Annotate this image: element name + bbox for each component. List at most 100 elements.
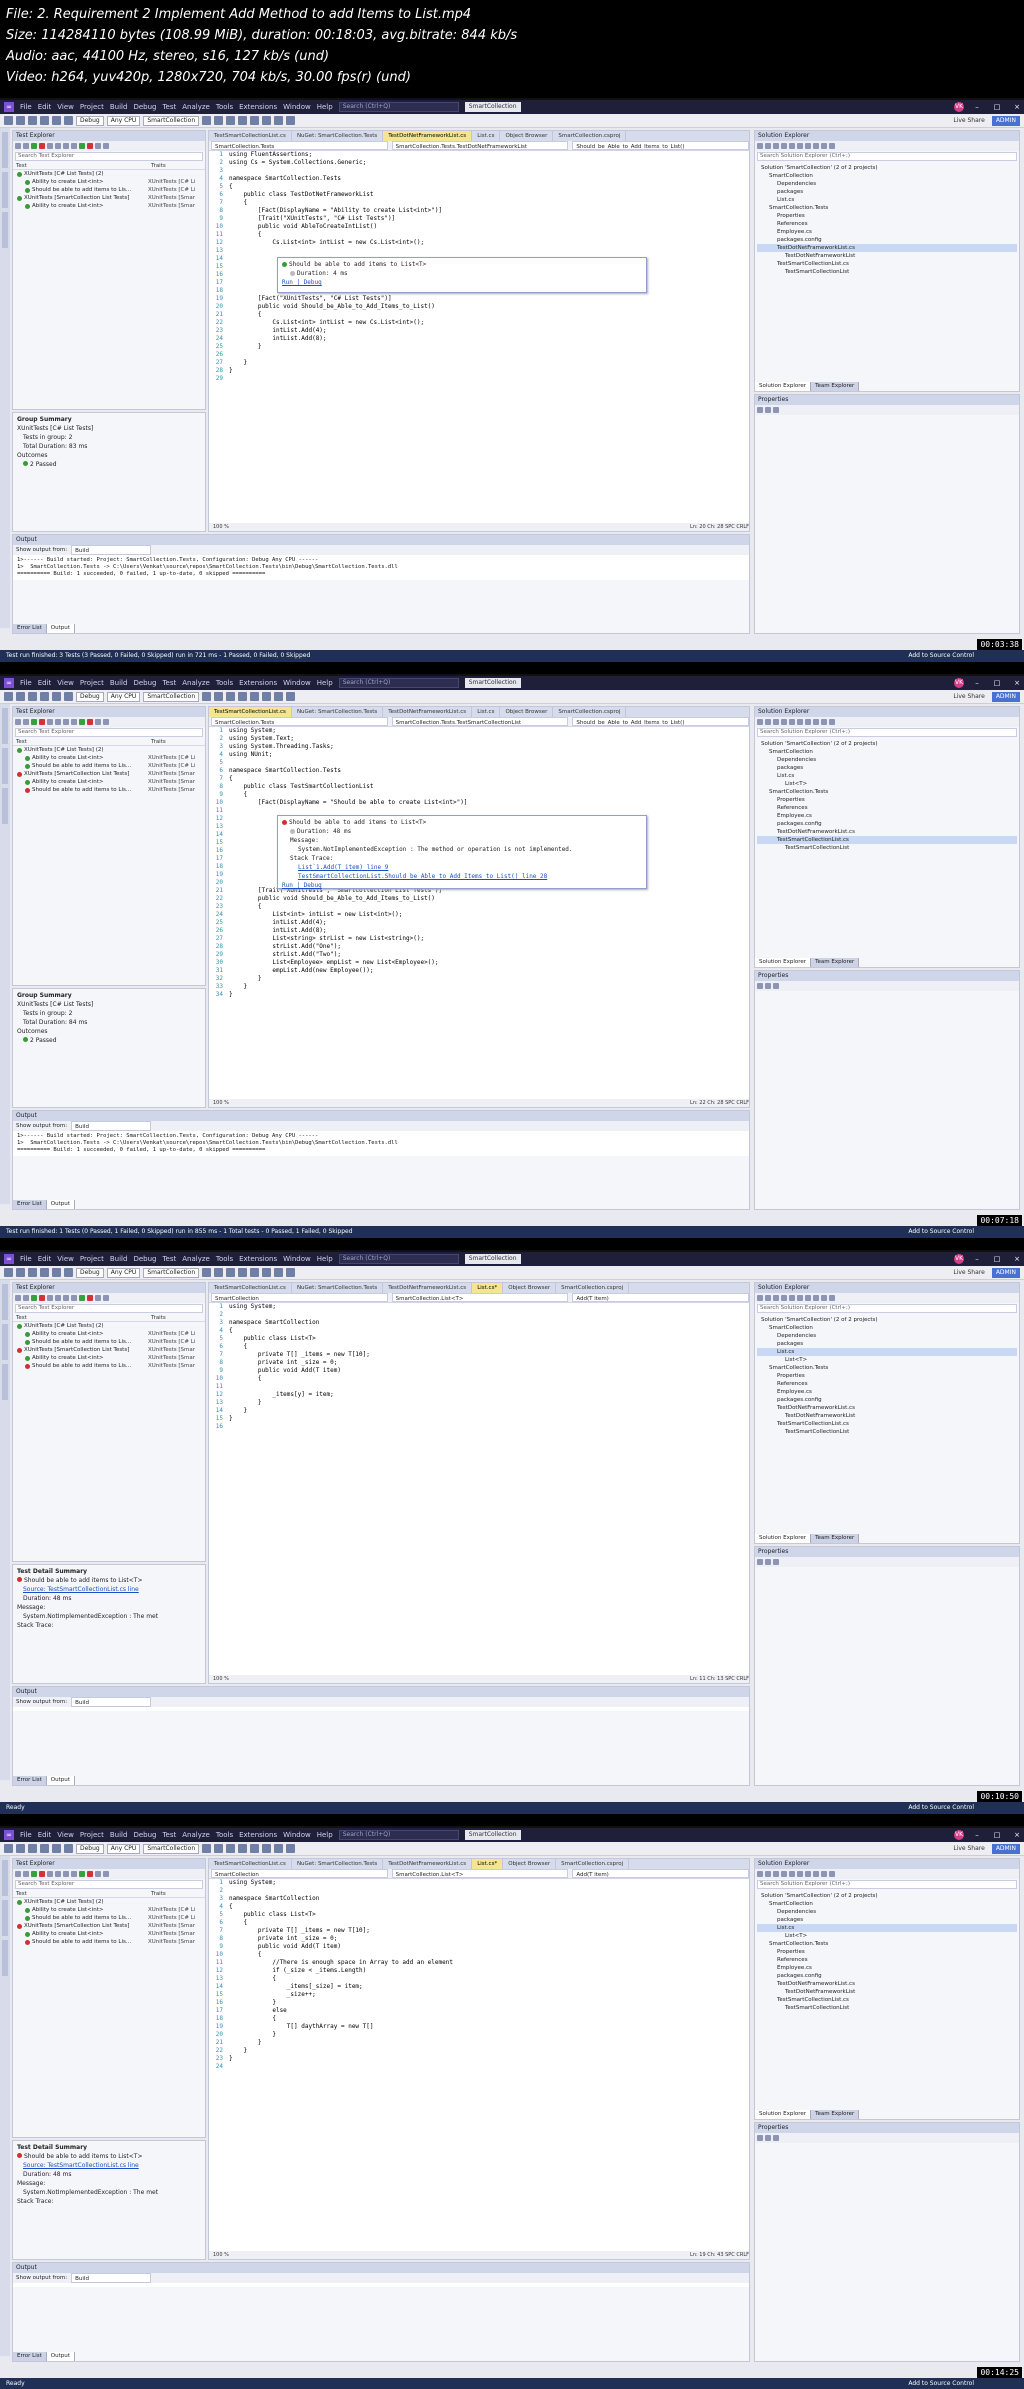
output-source-dropdown[interactable]: Build — [71, 2273, 152, 2283]
run-tests-icon[interactable] — [79, 1295, 85, 1301]
document-tab[interactable]: TestSmartCollectionList.cs — [209, 707, 292, 717]
toolbar-button-icon[interactable] — [214, 692, 224, 701]
live-share-button[interactable]: Live Share — [953, 693, 988, 700]
properties-tool-icon[interactable] — [757, 983, 763, 989]
menu-item-help[interactable]: Help — [317, 679, 333, 687]
nav-dropdown[interactable]: Add(T item) — [572, 1293, 749, 1302]
solution-search-input[interactable]: Search Solution Explorer (Ctrl+;) — [757, 152, 1017, 161]
document-tab[interactable]: TestSmartCollectionList.cs — [209, 131, 292, 141]
output-tab[interactable]: Output — [46, 624, 75, 633]
side-tab[interactable] — [2, 172, 8, 208]
menu-item-file[interactable]: File — [20, 679, 32, 687]
solution-tool-icon[interactable] — [773, 1295, 779, 1301]
error-list-tab[interactable]: Error List — [13, 2352, 47, 2361]
toolbar-button-icon[interactable] — [28, 1268, 37, 1277]
platform-dropdown[interactable]: Any CPU — [106, 115, 141, 126]
test-row[interactable]: XUnitTests [C# List Tests] (2) — [13, 1898, 205, 1906]
side-tab[interactable] — [2, 1860, 8, 1896]
solution-tool-icon[interactable] — [757, 1295, 763, 1301]
solution-tool-icon[interactable] — [765, 719, 771, 725]
menu-item-help[interactable]: Help — [317, 103, 333, 111]
close-icon[interactable]: × — [1010, 1831, 1024, 1839]
solution-tree-item[interactable]: TestDotNetFrameworkList.cs — [757, 244, 1017, 252]
menu-item-tools[interactable]: Tools — [216, 1831, 233, 1839]
test-row[interactable]: Ability to create List<int> XUnitTests [C… — [13, 1330, 205, 1338]
run-tests-icon[interactable] — [95, 1871, 101, 1877]
toolbar-button-icon[interactable] — [214, 1268, 224, 1277]
document-tab[interactable]: List.cs* — [472, 1283, 504, 1293]
test-row[interactable]: XUnitTests [SmartCollection List Tests] X… — [13, 770, 205, 778]
toolbar-button-icon[interactable] — [52, 116, 61, 125]
toolbar-button-icon[interactable] — [274, 1844, 284, 1853]
toolbar-button-icon[interactable] — [262, 1844, 272, 1853]
run-tests-icon[interactable] — [79, 719, 85, 725]
menu-item-tools[interactable]: Tools — [216, 103, 233, 111]
properties-tool-icon[interactable] — [765, 2135, 771, 2141]
toolbar-button-icon[interactable] — [64, 1268, 73, 1277]
menu-item-help[interactable]: Help — [317, 1831, 333, 1839]
toolbar-button-icon[interactable] — [250, 692, 260, 701]
avatar[interactable]: VK — [954, 1830, 964, 1840]
toolbar-button-icon[interactable] — [274, 116, 284, 125]
solution-tree-item[interactable]: List.cs — [757, 1348, 1017, 1356]
menu-item-file[interactable]: File — [20, 103, 32, 111]
run-tests-icon[interactable] — [31, 1295, 37, 1301]
test-search-input[interactable]: Search Test Explorer — [15, 1880, 203, 1889]
test-row[interactable]: Should be able to add items to Lis... XUn… — [13, 1914, 205, 1922]
solution-tree-item[interactable]: TestSmartCollectionList — [757, 268, 1017, 276]
solution-tree-item[interactable]: Dependencies — [757, 1908, 1017, 1916]
menu-item-extensions[interactable]: Extensions — [239, 1831, 277, 1839]
properties-tool-icon[interactable] — [757, 407, 763, 413]
solution-tree-item[interactable]: List<T> — [757, 1356, 1017, 1364]
test-row[interactable]: Ability to create List<int> XUnitTests [S… — [13, 1930, 205, 1938]
solution-tree-item[interactable]: Dependencies — [757, 756, 1017, 764]
solution-tree-item[interactable]: List.cs — [757, 196, 1017, 204]
solution-tool-icon[interactable] — [781, 1871, 787, 1877]
solution-tree-item[interactable]: Solution 'SmartCollection' (2 of 2 proje… — [757, 740, 1017, 748]
solution-tool-icon[interactable] — [805, 1295, 811, 1301]
output-tab[interactable]: Output — [46, 1776, 75, 1785]
test-row[interactable]: Should be able to add items to Lis... XUn… — [13, 1338, 205, 1346]
run-tests-icon[interactable] — [55, 719, 61, 725]
side-tab[interactable] — [2, 1900, 8, 1936]
run-tests-icon[interactable] — [55, 1871, 61, 1877]
toolbar-button-icon[interactable] — [40, 116, 49, 125]
avatar[interactable]: VK — [954, 1254, 964, 1264]
error-list-tab[interactable]: Error List — [13, 1200, 47, 1209]
toolbar-button-icon[interactable] — [214, 116, 224, 125]
solution-tree-item[interactable]: Properties — [757, 1948, 1017, 1956]
menu-item-window[interactable]: Window — [283, 1255, 311, 1263]
menu-item-analyze[interactable]: Analyze — [182, 103, 210, 111]
stack-trace-link[interactable]: List`1.Add(T item) line 9 — [282, 863, 642, 872]
toolbar-button-icon[interactable] — [286, 1268, 296, 1277]
toolbar-button-icon[interactable] — [52, 1268, 61, 1277]
run-tests-icon[interactable] — [103, 719, 109, 725]
menu-item-extensions[interactable]: Extensions — [239, 1255, 277, 1263]
run-tests-icon[interactable] — [103, 1295, 109, 1301]
run-tests-icon[interactable] — [39, 719, 45, 725]
test-row[interactable]: Ability to create List<int> XUnitTests [S… — [13, 1354, 205, 1362]
run-tests-icon[interactable] — [39, 1871, 45, 1877]
document-tab[interactable]: SmartCollection.csproj — [556, 1859, 630, 1869]
toolbar-button-icon[interactable] — [16, 116, 25, 125]
menu-item-file[interactable]: File — [20, 1831, 32, 1839]
stack-trace-link[interactable]: TestSmartCollectionList.Should_be_Able_t… — [282, 872, 642, 881]
minimize-icon[interactable]: – — [970, 1255, 984, 1263]
maximize-icon[interactable]: □ — [990, 103, 1004, 111]
solution-tree-item[interactable]: List<T> — [757, 780, 1017, 788]
menu-item-test[interactable]: Test — [162, 1255, 176, 1263]
solution-tree-item[interactable]: TestSmartCollectionList.cs — [757, 1420, 1017, 1428]
solution-tree-item[interactable]: SmartCollection — [757, 1324, 1017, 1332]
document-tab[interactable]: NuGet: SmartCollection.Tests — [292, 1859, 384, 1869]
menu-item-debug[interactable]: Debug — [133, 103, 156, 111]
solution-tree-item[interactable]: List.cs — [757, 772, 1017, 780]
run-tests-icon[interactable] — [23, 143, 29, 149]
toolbar-button-icon[interactable] — [16, 1844, 25, 1853]
solution-tree-item[interactable]: Solution 'SmartCollection' (2 of 2 proje… — [757, 164, 1017, 172]
solution-tree-item[interactable]: TestSmartCollectionList.cs — [757, 260, 1017, 268]
code-area[interactable]: 1 using FluentAssertions; 2 using Cs = Syst… — [209, 151, 749, 523]
solution-explorer-tab[interactable]: Solution Explorer — [755, 382, 812, 391]
solution-tree-item[interactable]: References — [757, 804, 1017, 812]
toolbar-button-icon[interactable] — [262, 1268, 272, 1277]
solution-tool-icon[interactable] — [773, 143, 779, 149]
